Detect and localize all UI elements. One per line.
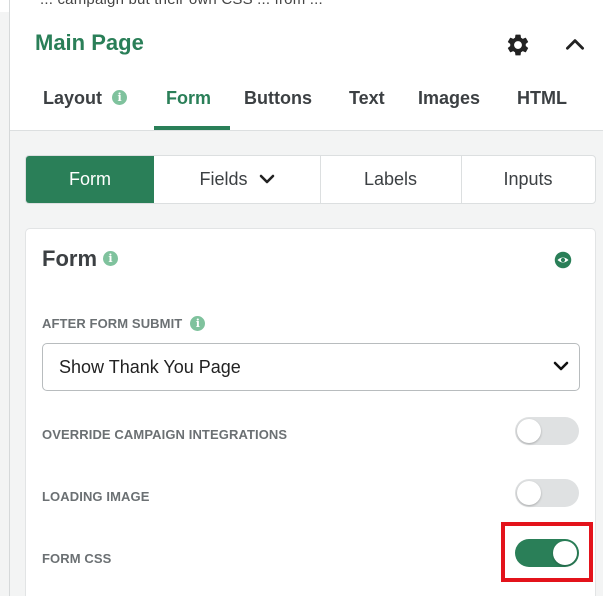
chevron-down-icon (259, 174, 274, 184)
panel-header: Main Page Layout i Form Buttons Text Ima… (10, 12, 603, 131)
top-strip-text: ... campaign but their own CSS ... from … (40, 0, 323, 8)
page-title: Main Page (35, 30, 144, 55)
tab-layout[interactable]: Layout i (43, 88, 128, 109)
info-icon[interactable]: i (103, 250, 118, 266)
subtab-inputs[interactable]: Inputs (461, 156, 595, 203)
toggle-knob (517, 419, 541, 443)
tab-layout-label: Layout (43, 88, 103, 108)
main-tabs: Layout i Form Buttons Text Images HTML (10, 82, 603, 130)
top-text-strip: ... campaign but their own CSS ... from … (0, 0, 603, 12)
after-submit-label: AFTER FORM SUBMIT i (42, 315, 206, 331)
gear-icon[interactable] (505, 32, 531, 58)
subtab-bar: Form Fields Labels Inputs (25, 155, 596, 204)
eye-icon[interactable] (552, 249, 574, 271)
loading-image-label: LOADING IMAGE (42, 489, 150, 504)
card-title-text: Form (42, 246, 97, 271)
toggle-knob (517, 481, 541, 505)
chevron-down-icon (553, 361, 569, 371)
loading-image-toggle[interactable] (515, 479, 579, 507)
tab-buttons[interactable]: Buttons (244, 88, 312, 109)
chevron-up-icon[interactable] (562, 32, 588, 58)
info-icon[interactable]: i (112, 90, 128, 106)
subtab-labels[interactable]: Labels (320, 156, 462, 203)
subtab-form[interactable]: Form (26, 156, 154, 203)
tab-form[interactable]: Form (166, 88, 211, 109)
subtab-fields[interactable]: Fields (154, 156, 321, 203)
form-css-label: FORM CSS (42, 551, 112, 566)
tab-images[interactable]: Images (418, 88, 480, 109)
subtab-fields-label: Fields (199, 169, 248, 189)
after-submit-label-text: AFTER FORM SUBMIT (42, 316, 183, 331)
override-integrations-label: OVERRIDE CAMPAIGN INTEGRATIONS (42, 427, 288, 442)
highlight-box (501, 522, 593, 582)
after-submit-value: Show Thank You Page (59, 357, 241, 377)
override-integrations-toggle[interactable] (515, 417, 579, 445)
after-submit-select[interactable]: Show Thank You Page (42, 343, 580, 391)
tab-html[interactable]: HTML (517, 88, 567, 109)
card-title: Form i (42, 246, 118, 272)
info-icon[interactable]: i (190, 315, 206, 331)
active-tab-indicator (154, 126, 230, 130)
tab-text[interactable]: Text (349, 88, 385, 109)
